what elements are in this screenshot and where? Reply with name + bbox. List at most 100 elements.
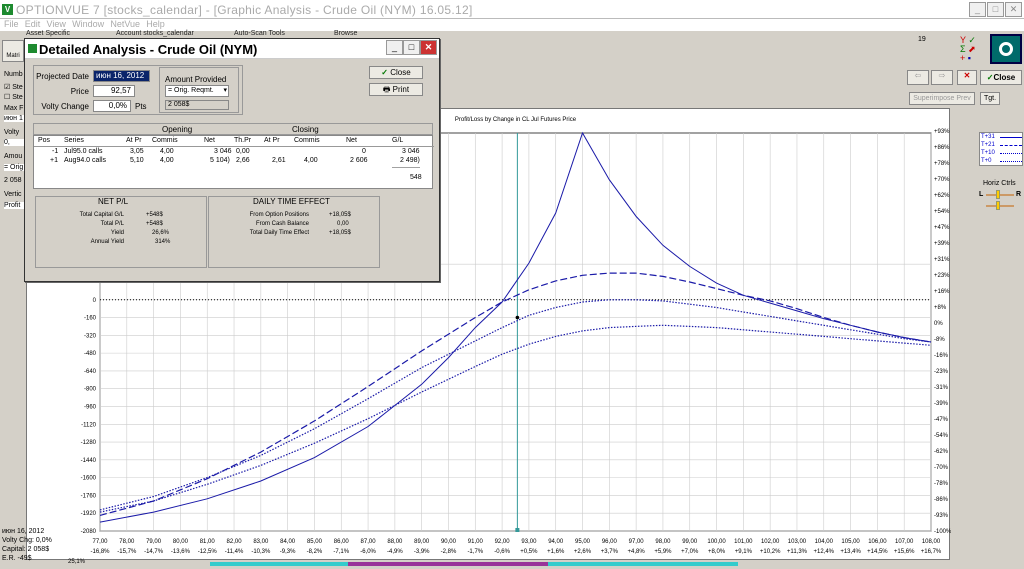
y-right-tick-label: -62%	[934, 449, 949, 455]
current-point	[515, 315, 520, 320]
scrollbar-thumb[interactable]	[348, 562, 548, 566]
horizontal-scrollbar[interactable]	[210, 562, 738, 566]
price-label: Price	[70, 87, 89, 96]
x-tick-label: 96,00	[602, 539, 618, 545]
amount-select[interactable]: = Orig. Reqmt. ▾	[165, 85, 229, 97]
x-pct-tick-label: -2,8%	[441, 549, 457, 555]
x-tick-label: 79,00	[146, 539, 162, 545]
tab-browse[interactable]: Browse	[334, 30, 357, 37]
price-input[interactable]: 92,57	[93, 85, 135, 97]
x-tick-label: 107,00	[895, 539, 914, 545]
x-pct-tick-label: +12,4%	[814, 549, 835, 555]
menu-window[interactable]: Window	[72, 19, 104, 29]
tab-account[interactable]: Account stocks_calendar	[116, 30, 194, 37]
x-pct-tick-label: -0,6%	[494, 549, 510, 555]
row2-gl: 2 498)	[400, 157, 420, 164]
x-pct-tick-label: -9,3%	[280, 549, 296, 555]
col-gl: G/L	[392, 137, 404, 144]
dialog-minimize-icon[interactable]: _	[386, 40, 403, 55]
maximize-icon[interactable]: □	[987, 2, 1004, 17]
delete-icon[interactable]: ✕	[957, 70, 977, 85]
from-option-label: From Option Positions	[249, 212, 309, 218]
sidebar-checkbox-1[interactable]: ☑ Ste	[4, 83, 23, 91]
row2-series: Aug94.0 calls	[64, 157, 107, 164]
x-pct-tick-label: +3,7%	[601, 549, 619, 555]
menu-view[interactable]: View	[47, 19, 66, 29]
menu-edit[interactable]: Edit	[25, 19, 41, 29]
sidebar-label-volty: Volty	[4, 129, 20, 136]
dialog-print-button[interactable]: 🖶 Print	[369, 83, 423, 96]
menu-help[interactable]: Help	[146, 19, 165, 29]
x-tick-label: 103,00	[788, 539, 807, 545]
close-button-main[interactable]: ✓Close	[980, 70, 1022, 85]
slider-thumb-2[interactable]	[996, 201, 1000, 210]
col-series: Series	[64, 137, 84, 144]
counter: 19	[918, 36, 926, 43]
projected-date-input[interactable]: июн 16, 2012	[93, 70, 150, 82]
from-cash-value: 0,00	[337, 221, 349, 227]
y-right-tick-label: +47%	[934, 225, 950, 231]
x-pct-tick-label: +8,0%	[708, 549, 726, 555]
x-pct-tick-label: +13,4%	[840, 549, 861, 555]
row2-at-pr: 5,10	[130, 157, 144, 164]
plus-icon[interactable]: +	[960, 53, 965, 63]
dialog-title-bar: Detailed Analysis - Crude Oil (NYM) _ □ …	[25, 39, 439, 59]
x-pct-tick-label: +14,5%	[867, 549, 888, 555]
y-right-tick-label: +54%	[934, 209, 950, 215]
minimize-icon[interactable]: _	[969, 2, 986, 17]
tab-auto-scan[interactable]: Auto-Scan Tools	[234, 30, 285, 37]
back-arrow-icon[interactable]: ⇦	[907, 70, 929, 85]
status-panel: июн 16, 2012 Volty Chg: 0,0% Capital: 2 …	[2, 527, 52, 563]
x-pct-tick-label: +0,5%	[520, 549, 538, 555]
slider-track-2[interactable]	[986, 205, 1014, 207]
y-right-tick-label: +23%	[934, 273, 950, 279]
close-icon[interactable]: ✕	[1005, 2, 1022, 17]
window-title: OPTIONVUE 7 [stocks_calendar] - [Graphic…	[16, 3, 473, 17]
daily-time-group: DAILY TIME EFFECT From Option Positions …	[208, 196, 380, 268]
tag-icon[interactable]: ▪	[968, 53, 971, 63]
slider-thumb-1[interactable]	[996, 190, 1000, 199]
legend: T+31 T+21 T+10 T+0	[979, 132, 1023, 166]
sidebar-vertical-select[interactable]: Profit	[4, 202, 24, 209]
status-date: июн 16, 2012	[2, 528, 45, 535]
x-tick-label: 83,00	[253, 539, 269, 545]
dialog-close-button[interactable]: ✓ Close	[369, 66, 423, 79]
from-option-value: +18,05$	[329, 212, 351, 218]
volty-unit: Pts	[135, 102, 147, 111]
forward-arrow-icon[interactable]: ⇨	[931, 70, 953, 85]
tgt-button[interactable]: Tgt.	[980, 92, 1000, 105]
row2-commis-close: 4,00	[304, 157, 318, 164]
slider-track-1[interactable]	[986, 194, 1014, 196]
tab-asset-specific[interactable]: Asset Specific	[26, 30, 70, 37]
row1-commis: 4,00	[160, 148, 174, 155]
menu-file[interactable]: File	[4, 19, 19, 29]
y-right-tick-label: +8%	[934, 305, 947, 311]
total-daily-value: +18,05$	[329, 230, 351, 236]
y-tick-label: -2080	[81, 529, 97, 535]
dialog-close-icon[interactable]: ✕	[420, 40, 437, 55]
matrix-button[interactable]: Matri	[2, 40, 24, 62]
amount-value: 2 058$	[165, 100, 229, 110]
optionvue-logo-icon[interactable]	[990, 34, 1022, 64]
row2-commis: 4,00	[160, 157, 174, 164]
legend-swatch-solid	[1000, 137, 1022, 138]
dialog-maximize-icon[interactable]: □	[403, 40, 420, 55]
y-right-tick-label: -16%	[934, 353, 949, 359]
y-tick-label: -960	[84, 404, 97, 410]
legend-swatch-dotted-2	[1000, 161, 1022, 162]
menu-netvue[interactable]: NetVue	[110, 19, 140, 29]
y-right-tick-label: +16%	[934, 289, 950, 295]
sidebar-checkbox-2[interactable]: ☐ Ste	[4, 93, 23, 101]
current-price-marker	[515, 528, 520, 532]
dropdown-arrow-icon: ▾	[223, 87, 227, 94]
sidebar-amount-select[interactable]: = Orig	[4, 164, 24, 171]
x-tick-label: 102,00	[761, 539, 780, 545]
volty-change-input[interactable]: 0,0%	[93, 100, 131, 112]
sidebar-volty-field[interactable]: 0,	[4, 139, 24, 146]
row1-at-pr: 3,05	[130, 148, 144, 155]
header-rule	[34, 146, 434, 147]
sidebar-date-field[interactable]: июн 1	[4, 115, 24, 122]
dialog-app-icon	[28, 44, 37, 53]
x-tick-label: 84,00	[280, 539, 296, 545]
superimpose-button[interactable]: Superimpose Prev	[909, 92, 975, 105]
